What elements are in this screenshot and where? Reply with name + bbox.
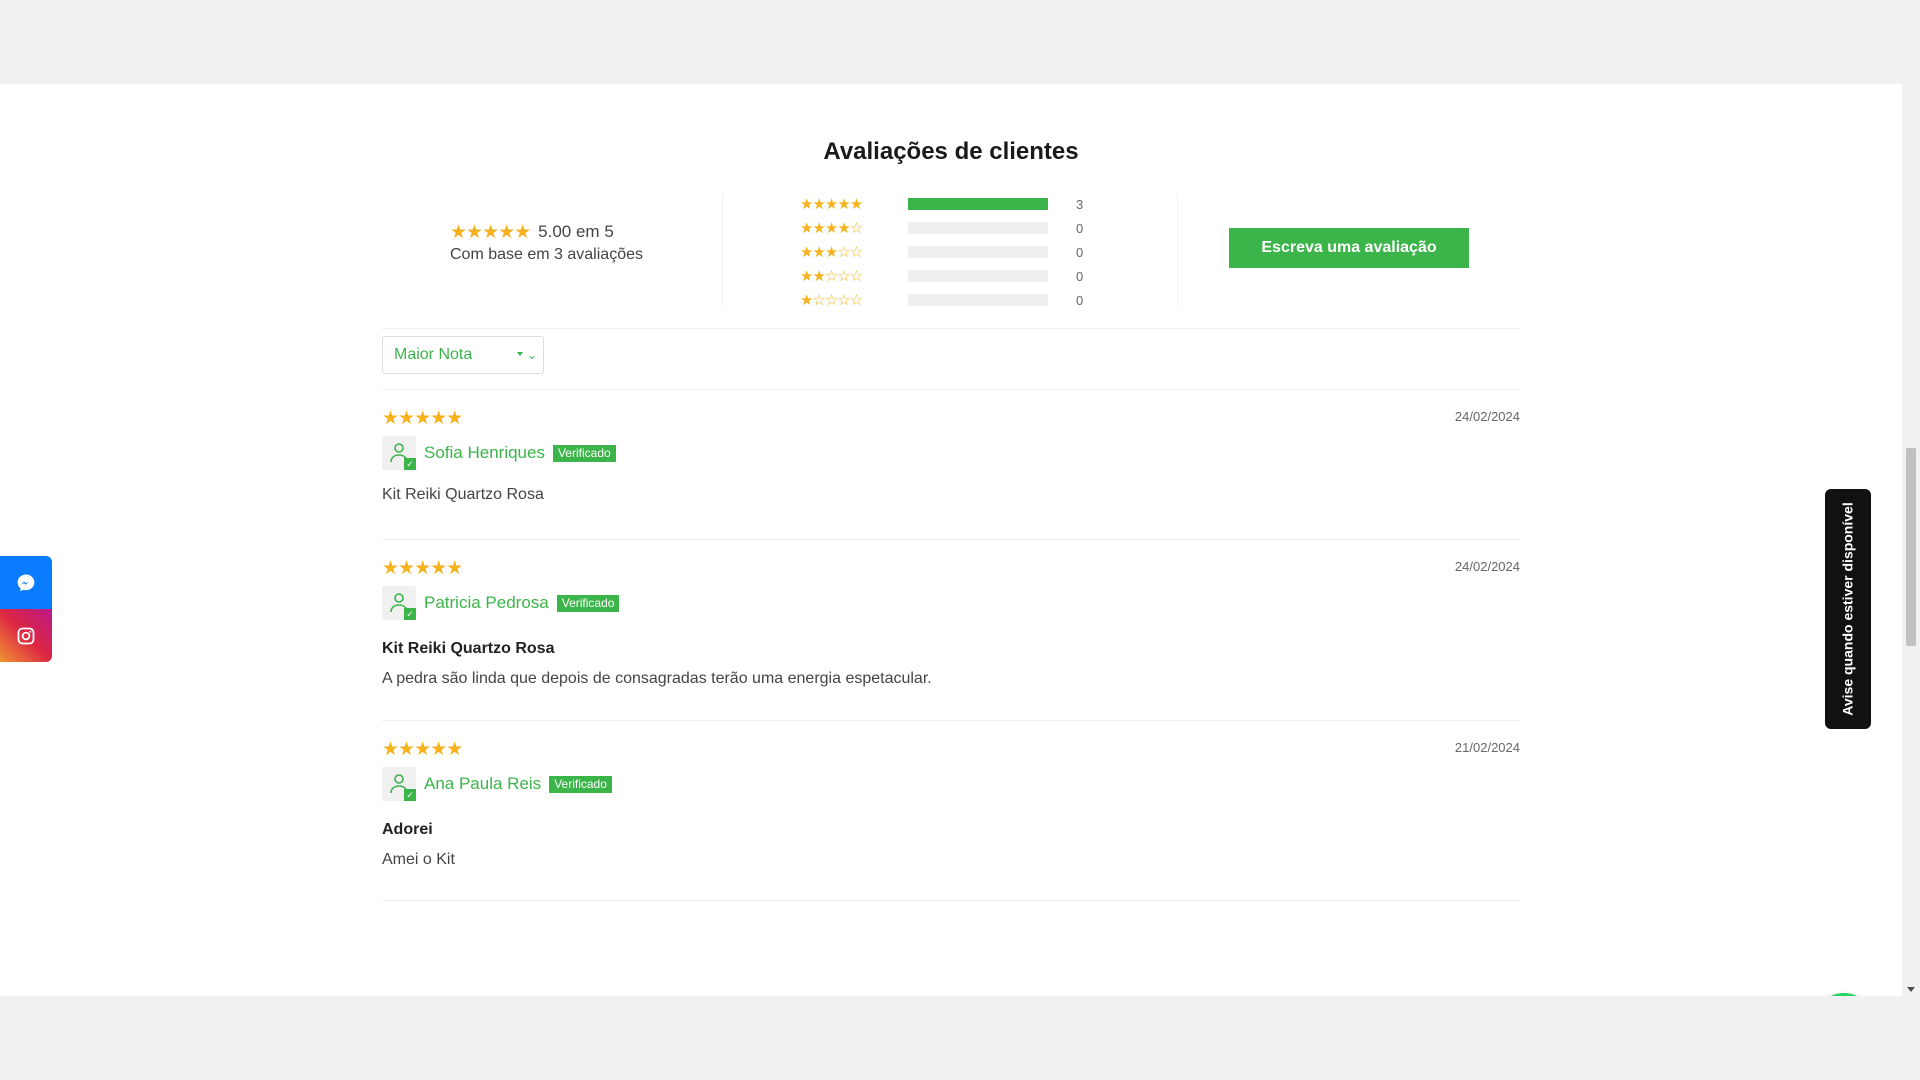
notify-when-available-tab[interactable]: Avise quando estiver disponível — [1825, 489, 1871, 729]
ratings-summary: ★★★★★ 5.00 em 5 Com base em 3 avaliações… — [382, 192, 1520, 308]
avatar: ✓ — [382, 436, 416, 470]
verified-badge: Verificado — [552, 444, 616, 462]
sort-selected-value: Maior Nota — [394, 346, 473, 363]
divider — [382, 900, 1520, 901]
histogram-count: 0 — [1076, 244, 1084, 260]
histogram-row-2[interactable]: ★★☆☆☆ 0 — [800, 264, 1100, 288]
histogram-bar — [908, 270, 1048, 282]
check-icon: ✓ — [404, 789, 416, 801]
verified-badge: Verificado — [549, 775, 612, 793]
review-author: Sofia Henriques — [424, 443, 545, 462]
histogram-bar — [908, 222, 1048, 234]
scroll-down-arrow-icon[interactable] — [1907, 987, 1915, 992]
summary-divider — [722, 194, 723, 306]
instagram-icon — [17, 627, 35, 644]
summary-divider — [1177, 194, 1178, 306]
histogram-row-1[interactable]: ★☆☆☆☆ 0 — [800, 288, 1100, 312]
social-sidebar — [0, 556, 52, 662]
review-body: Amei o Kit — [382, 851, 455, 868]
histogram-count: 0 — [1076, 292, 1084, 308]
histogram-row-3[interactable]: ★★★☆☆ 0 — [800, 240, 1100, 264]
histogram-bar — [908, 246, 1048, 258]
histogram-row-5[interactable]: ★★★★★ 3 — [800, 192, 1100, 216]
average-stars: ★★★★★ — [450, 221, 531, 243]
average-rating: ★★★★★ 5.00 em 5 Com base em 3 avaliações — [450, 222, 710, 264]
divider — [382, 539, 1520, 540]
histogram-stars: ★★★☆☆ — [800, 243, 863, 261]
review-author: Ana Paula Reis — [424, 774, 542, 793]
review-date: 24/02/2024 — [1454, 559, 1520, 574]
average-score: 5.00 em 5 — [538, 222, 614, 241]
avatar: ✓ — [382, 586, 416, 620]
histogram-bar — [908, 198, 1048, 210]
review-date: 21/02/2024 — [1454, 740, 1520, 755]
section-title: Avaliações de clientes — [823, 138, 1079, 165]
messenger-button[interactable] — [0, 556, 52, 609]
whatsapp-button[interactable] — [1814, 993, 1874, 996]
review-author: Patricia Pedrosa — [424, 593, 549, 612]
review-stars: ★★★★★ — [382, 408, 463, 429]
avatar: ✓ — [382, 767, 416, 801]
check-icon: ✓ — [404, 458, 416, 470]
histogram-stars: ★☆☆☆☆ — [800, 291, 863, 309]
review-item: ★★★★★ 24/02/2024 ✓ Patricia Pedrosa Veri… — [382, 559, 1520, 688]
review-body: Kit Reiki Quartzo Rosa — [382, 486, 544, 503]
histogram-row-4[interactable]: ★★★★☆ 0 — [800, 216, 1100, 240]
histogram-bar-fill — [908, 198, 1048, 210]
divider — [382, 389, 1520, 390]
rating-histogram: ★★★★★ 3 ★★★★☆ 0 ★★★☆☆ 0 ★★☆☆☆ 0 ★☆☆☆☆ 0 — [800, 192, 1100, 312]
review-item: ★★★★★ 24/02/2024 ✓ Sofia Henriques Verif… — [382, 409, 1520, 504]
histogram-count: 0 — [1076, 268, 1084, 284]
check-icon: ✓ — [404, 608, 416, 620]
sort-select[interactable]: Maior Nota ⌄ — [382, 336, 544, 374]
review-body: A pedra são linda que depois de consagra… — [382, 670, 932, 687]
histogram-stars: ★★☆☆☆ — [800, 267, 863, 285]
page-content: Avaliações de clientes ★★★★★ 5.00 em 5 C… — [0, 84, 1902, 996]
review-stars: ★★★★★ — [382, 558, 463, 579]
dropdown-arrow-icon — [517, 352, 523, 356]
notify-tab-label: Avise quando estiver disponível — [1840, 502, 1856, 716]
divider — [382, 328, 1520, 329]
chevron-down-icon: ⌄ — [526, 348, 537, 362]
review-date: 24/02/2024 — [1454, 409, 1520, 424]
review-stars: ★★★★★ — [382, 739, 463, 760]
divider — [382, 720, 1520, 721]
scrollbar[interactable] — [1902, 84, 1920, 996]
histogram-bar — [908, 294, 1048, 306]
histogram-stars: ★★★★☆ — [800, 219, 863, 237]
instagram-button[interactable] — [0, 609, 52, 662]
histogram-count: 3 — [1076, 196, 1084, 212]
histogram-count: 0 — [1076, 220, 1084, 236]
verified-badge: Verificado — [556, 594, 620, 612]
messenger-icon — [17, 574, 35, 591]
scrollbar-thumb[interactable] — [1906, 448, 1916, 646]
write-review-button[interactable]: Escreva uma avaliação — [1229, 228, 1469, 268]
review-title: Adorei — [382, 821, 433, 838]
histogram-stars: ★★★★★ — [800, 195, 863, 213]
review-item: ★★★★★ 21/02/2024 ✓ Ana Paula Reis Verifi… — [382, 740, 1520, 869]
review-title: Kit Reiki Quartzo Rosa — [382, 640, 555, 657]
based-on-count: Com base em 3 avaliações — [450, 246, 643, 263]
